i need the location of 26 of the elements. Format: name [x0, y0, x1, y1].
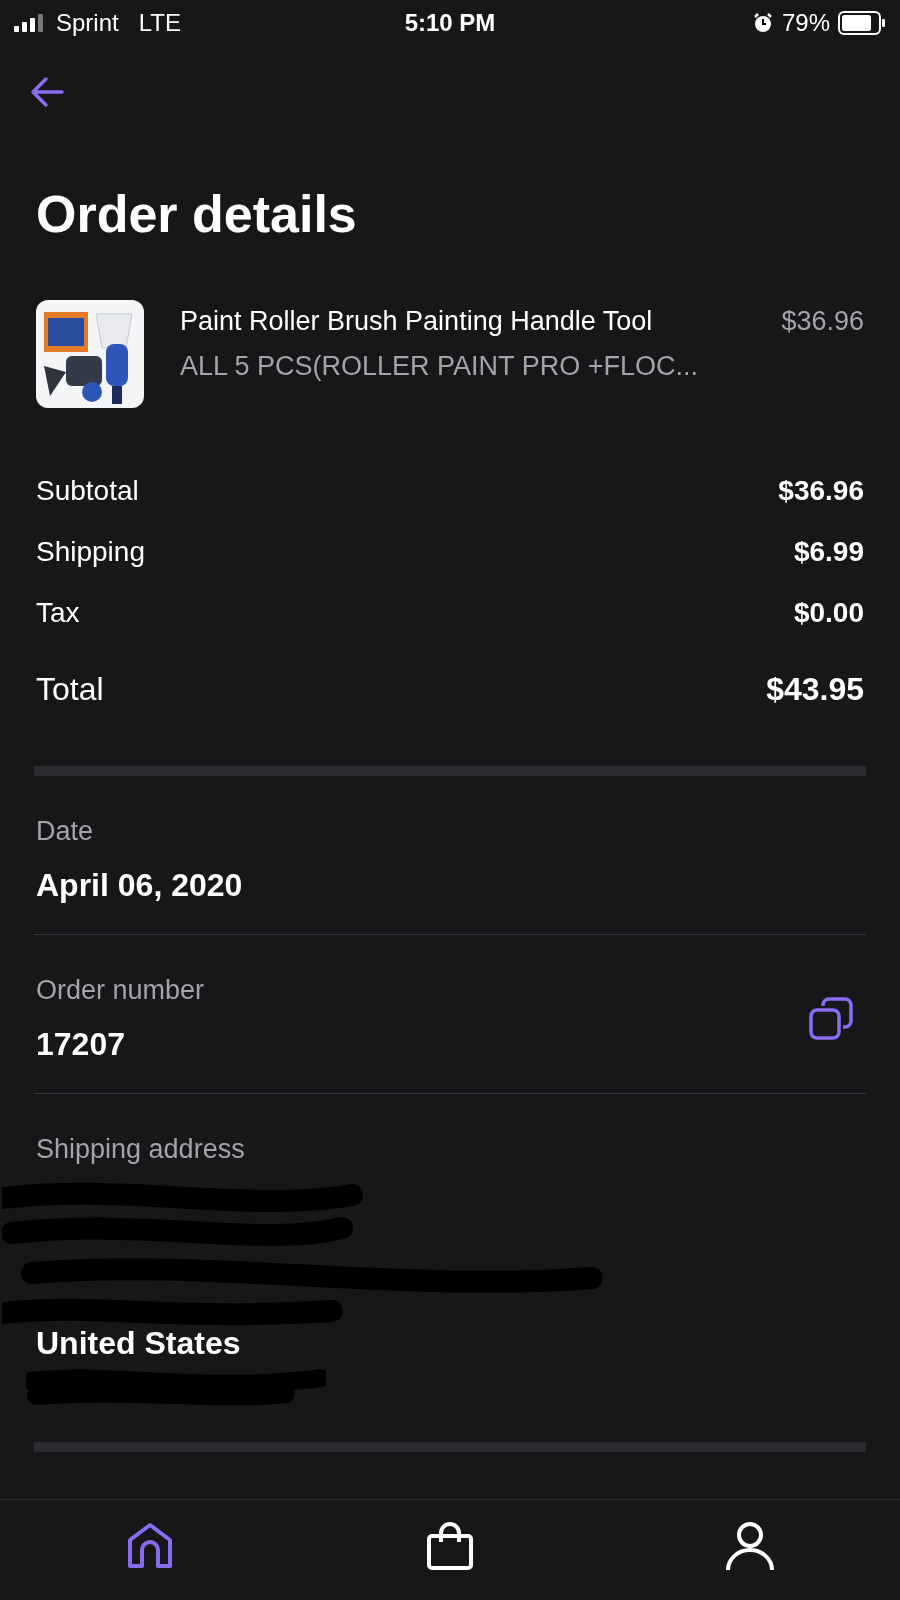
battery-percent: 79% [781, 9, 830, 37]
detail-label: Order number [36, 975, 205, 1006]
summary-label: Subtotal [36, 474, 139, 507]
summary-label: Shipping [36, 535, 145, 568]
detail-value: April 06, 2020 [36, 867, 243, 904]
detail-label: Shipping address [36, 1134, 245, 1165]
battery-icon [838, 11, 886, 35]
shopping-bag-icon[interactable] [424, 1520, 476, 1572]
summary-value: $43.95 [766, 671, 864, 708]
product-price: $36.96 [781, 305, 864, 337]
address-line: United States [36, 1325, 241, 1362]
summary-value: $6.99 [793, 535, 864, 568]
copy-icon[interactable] [808, 996, 854, 1042]
page-title: Order details [36, 184, 358, 244]
summary-label: Total [36, 671, 104, 708]
network-type: LTE [138, 9, 181, 37]
carrier-name: Sprint [56, 9, 119, 37]
summary-value: $36.96 [778, 474, 864, 507]
product-name: Paint Roller Brush Painting Handle Tool [180, 306, 654, 337]
summary-label: Tax [36, 596, 80, 629]
product-variant: ALL 5 PCS(ROLLER PAINT PRO +FLOC... [180, 351, 699, 382]
profile-icon[interactable] [724, 1520, 776, 1572]
status-time: 5:10 PM [404, 9, 496, 37]
detail-value: 17207 [36, 1026, 126, 1063]
detail-label: Date [36, 816, 95, 847]
summary-value: $0.00 [793, 596, 864, 629]
